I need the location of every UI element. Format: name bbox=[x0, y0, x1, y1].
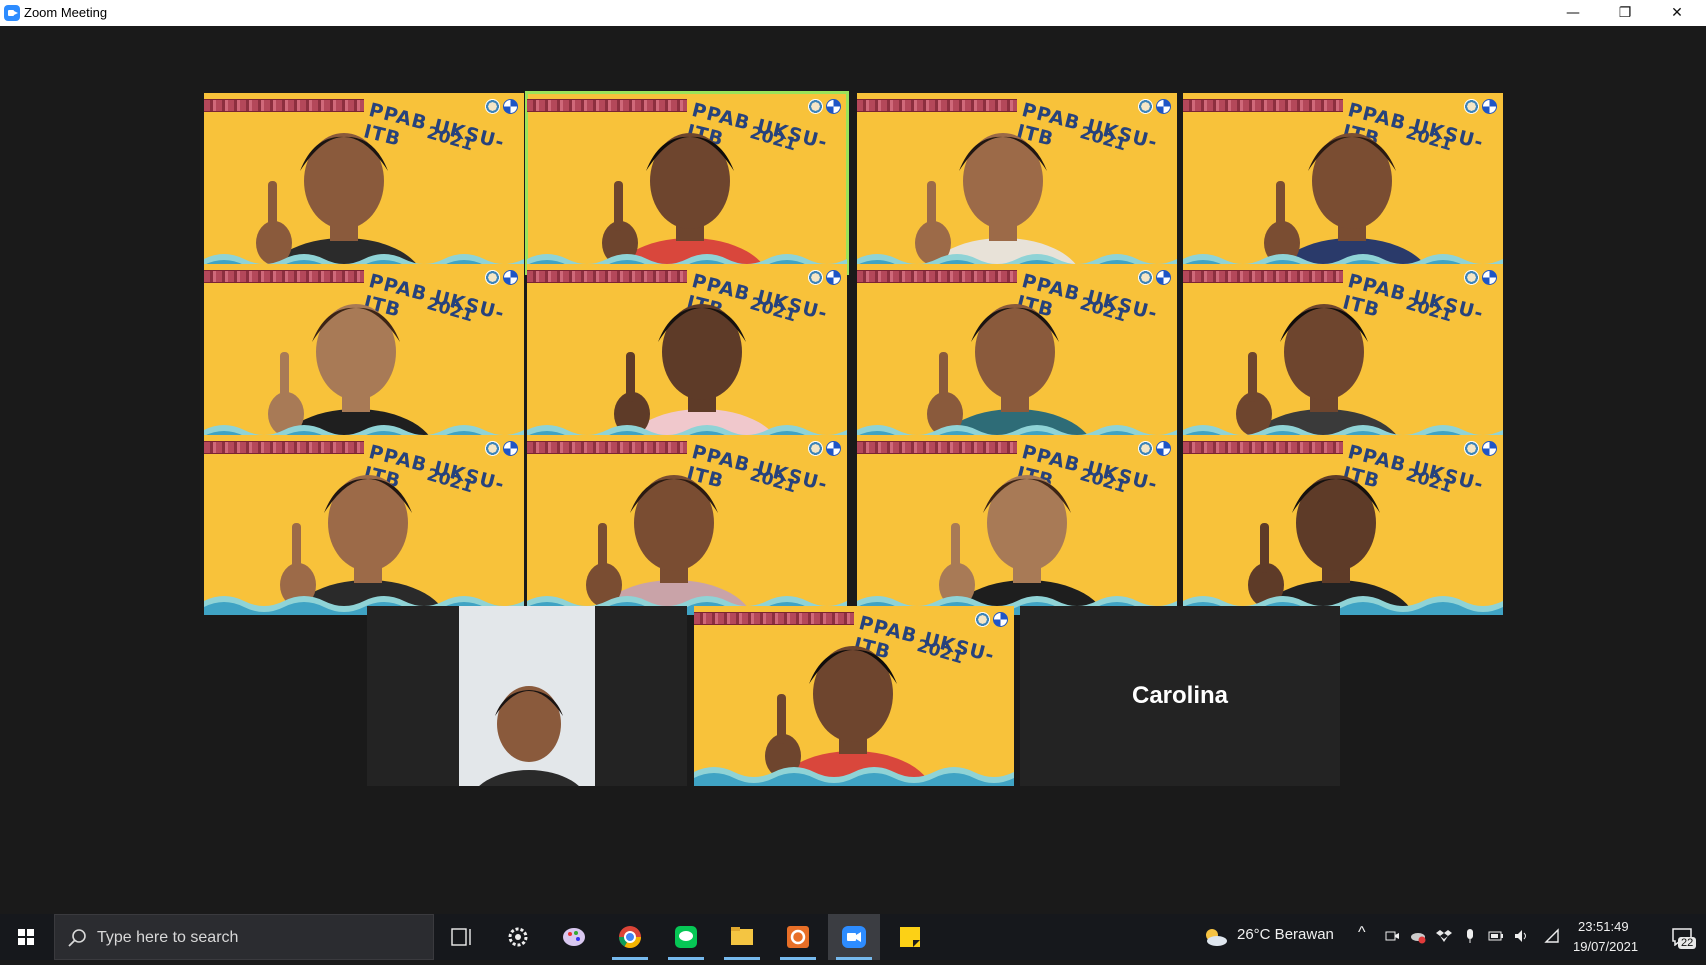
chevron-up-icon[interactable]: ^ bbox=[1358, 924, 1366, 942]
wave-decoration bbox=[694, 767, 1014, 786]
close-button[interactable]: ✕ bbox=[1652, 0, 1702, 26]
search-icon bbox=[68, 929, 86, 947]
window-titlebar: Zoom Meeting — ❐ ✕ bbox=[0, 0, 1706, 26]
volume-icon[interactable] bbox=[1514, 928, 1530, 944]
taskbar-app-line[interactable] bbox=[660, 914, 712, 960]
powerpoint-icon bbox=[787, 926, 809, 948]
taskbar-app-powerpoint[interactable] bbox=[772, 914, 824, 960]
wifi-icon[interactable] bbox=[1544, 928, 1560, 944]
line-icon bbox=[675, 926, 697, 948]
start-button[interactable] bbox=[0, 914, 52, 960]
weather-text[interactable]: 26°C Berawan bbox=[1237, 926, 1334, 943]
clock-time[interactable]: 23:51:49 bbox=[1578, 919, 1629, 934]
dropbox-icon[interactable] bbox=[1436, 928, 1452, 944]
participant-tile[interactable] bbox=[367, 606, 687, 786]
taskbar-app-file-explorer[interactable] bbox=[716, 914, 768, 960]
windows-logo-icon bbox=[18, 929, 34, 945]
participant-tile[interactable]: PPAB UKSU-ITB 2021 bbox=[204, 264, 524, 444]
taskbar-app-sticky-notes[interactable] bbox=[884, 914, 936, 960]
minimize-button[interactable]: — bbox=[1548, 0, 1598, 26]
taskbar-app-paint[interactable] bbox=[548, 914, 600, 960]
participant-tile[interactable]: PPAB UKSU-ITB 2021 bbox=[857, 264, 1177, 444]
participant-video bbox=[459, 606, 595, 786]
battery-icon[interactable] bbox=[1488, 928, 1504, 944]
microphone-icon[interactable] bbox=[1462, 928, 1478, 944]
participant-tile[interactable]: PPAB UKSU-ITB 2021 bbox=[527, 264, 847, 444]
taskbar-app-settings[interactable] bbox=[492, 914, 544, 960]
participant-camera bbox=[459, 606, 595, 786]
participant-tile[interactable]: PPAB UKSU-ITB 2021 bbox=[204, 93, 524, 273]
chrome-icon bbox=[619, 926, 641, 948]
notification-center-button[interactable]: 22 bbox=[1656, 914, 1706, 960]
task-view-icon bbox=[451, 928, 471, 946]
taskbar-app-chrome[interactable] bbox=[604, 914, 656, 960]
participant-tile[interactable]: PPAB UKSU-ITB 2021 bbox=[204, 435, 524, 615]
taskbar-app-task-view[interactable] bbox=[436, 914, 488, 960]
participant-tile[interactable]: PPAB UKSU-ITB 2021 bbox=[1183, 435, 1503, 615]
participant-tile[interactable]: PPAB UKSU-ITB 2021 bbox=[857, 93, 1177, 273]
notification-badge: 22 bbox=[1678, 937, 1697, 949]
participant-tile[interactable]: PPAB UKSU-ITB 2021 bbox=[1183, 93, 1503, 273]
participant-tile[interactable]: PPAB UKSU-ITB 2021 bbox=[857, 435, 1177, 615]
participant-tile[interactable]: PPAB UKSU-ITB 2021 bbox=[527, 435, 847, 615]
file-explorer-icon bbox=[731, 927, 753, 945]
meet-now-icon[interactable] bbox=[1384, 928, 1400, 944]
participant-tile[interactable]: PPAB UKSU-ITB 2021 bbox=[1183, 264, 1503, 444]
zoom-icon bbox=[842, 926, 866, 948]
taskbar-search-box[interactable]: Type here to search bbox=[54, 914, 434, 960]
restore-button[interactable]: ❐ bbox=[1600, 0, 1650, 26]
participant-tile[interactable]: Carolina bbox=[1020, 606, 1340, 786]
windows-taskbar: Type here to search 26°C Berawan ^ 23:51… bbox=[0, 914, 1706, 960]
onedrive-error-icon[interactable] bbox=[1410, 928, 1426, 944]
gallery-view: PPAB UKSU-ITB 2021 PPAB UKSU-ITB 2021 PPAB U… bbox=[0, 26, 1706, 914]
zoom-app-icon bbox=[4, 5, 20, 21]
settings-icon bbox=[508, 927, 528, 947]
taskbar-app-zoom[interactable] bbox=[828, 914, 880, 960]
paint-icon bbox=[563, 928, 585, 946]
clock-date[interactable]: 19/07/2021 bbox=[1573, 939, 1638, 954]
window-title: Zoom Meeting bbox=[24, 5, 108, 20]
participant-name: Carolina bbox=[1131, 682, 1229, 709]
search-placeholder: Type here to search bbox=[97, 929, 239, 946]
weather-icon bbox=[1206, 929, 1227, 946]
participant-tile[interactable]: PPAB UKSU-ITB 2021 bbox=[694, 606, 1014, 786]
sticky-notes-icon bbox=[900, 927, 920, 947]
participant-tile[interactable]: PPAB UKSU-ITB 2021 bbox=[525, 91, 849, 275]
